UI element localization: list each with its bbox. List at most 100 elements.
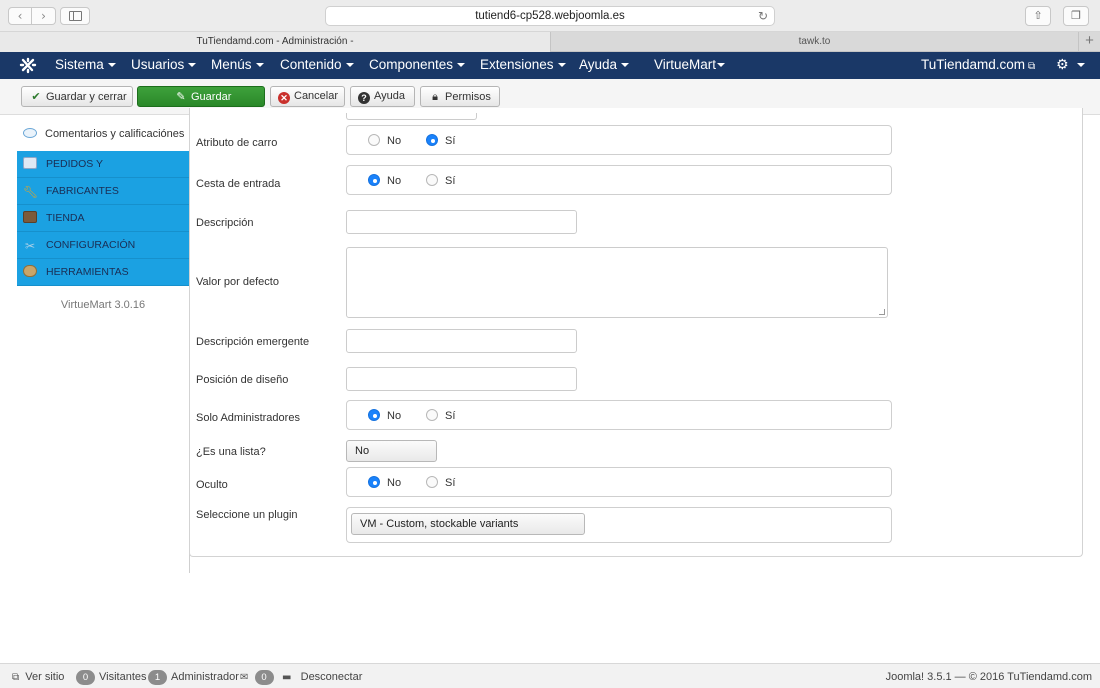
- radio-circle-icon: [426, 174, 438, 186]
- sidebar-toggle-icon[interactable]: [60, 7, 90, 25]
- permissions-button[interactable]: 🔒︎ Permisos: [420, 86, 500, 107]
- back-arrow-icon[interactable]: ‹: [8, 7, 32, 25]
- is-list-label: ¿Es una lista?: [196, 446, 266, 458]
- external-link-icon: ⧉: [1028, 61, 1036, 72]
- lock-icon: 🔒︎: [432, 90, 438, 103]
- joomla-logo-icon[interactable]: [19, 57, 37, 74]
- menu-contenido[interactable]: Contenido: [280, 52, 354, 78]
- tabs-overview-icon[interactable]: ❐: [1063, 6, 1089, 26]
- admin-status[interactable]: 1 Administrador: [148, 664, 239, 688]
- cart-attribute-yes[interactable]: Sí: [426, 126, 455, 156]
- site-link[interactable]: TuTiendamd.com ⧉: [921, 52, 1035, 80]
- radio-checked-icon: [368, 174, 380, 186]
- radio-checked-icon: [368, 409, 380, 421]
- input-cart-radio-group: No Sí: [346, 165, 892, 195]
- hidden-yes[interactable]: Sí: [426, 468, 455, 498]
- radio-circle-icon: [426, 476, 438, 488]
- sidebar-item-configuration[interactable]: ✂ CONFIGURACIÓN: [17, 232, 189, 259]
- cart-attribute-no[interactable]: No: [368, 126, 401, 156]
- menu-extensiones[interactable]: Extensiones: [480, 52, 566, 78]
- is-list-select[interactable]: No: [346, 440, 437, 462]
- admin-menu-bar: Sistema Usuarios Menús Contenido Compone…: [0, 52, 1100, 79]
- forward-arrow-icon[interactable]: ›: [32, 7, 56, 25]
- envelope-icon: ✉: [240, 672, 249, 683]
- plugin-select[interactable]: VM - Custom, stockable variants: [351, 513, 585, 535]
- wrench-icon: 🔧︎: [23, 185, 39, 199]
- sidebar-item-reviews[interactable]: Comentarios y calificaciónes: [17, 119, 189, 151]
- config-icon: ✂: [24, 239, 36, 253]
- browser-toolbar: ‹ › tutiend6-cp528.webjoomla.es ↻ ⇧ ❐: [0, 0, 1100, 32]
- browser-nav: ‹ ›: [8, 7, 56, 25]
- orders-icon: [23, 157, 37, 169]
- admin-only-yes[interactable]: Sí: [426, 401, 455, 431]
- sidebar-item-manufacturers[interactable]: 🔧︎ FABRICANTES: [17, 178, 189, 205]
- resize-grip-icon[interactable]: [879, 309, 885, 315]
- admin-status-bar: ⧉ Ver sitio 0 Visitantes 1 Administrador ✉…: [0, 663, 1100, 688]
- check-icon: ✔: [31, 90, 41, 103]
- messages-count-badge: 0: [254, 670, 274, 685]
- comment-icon: [23, 128, 37, 138]
- save-button[interactable]: ✎ Guardar: [137, 86, 265, 107]
- browser-tab-strip: TuTiendamd.com - Administración - tawk.t…: [0, 32, 1100, 52]
- new-tab-icon[interactable]: +: [1078, 32, 1100, 52]
- visitors-status[interactable]: 0 Visitantes: [76, 664, 147, 688]
- messages-status[interactable]: ✉ 0: [240, 664, 278, 688]
- help-button[interactable]: ? Ayuda: [350, 86, 415, 107]
- admin-only-label: Solo Administradores: [196, 412, 300, 424]
- tooltip-label: Descripción emergente: [196, 336, 310, 348]
- admin-only-no[interactable]: No: [368, 401, 401, 431]
- menu-sistema[interactable]: Sistema: [55, 52, 116, 78]
- menu-virtuemart[interactable]: VirtueMart: [654, 52, 726, 78]
- menu-usuarios[interactable]: Usuarios: [131, 52, 197, 78]
- radio-circle-icon: [368, 134, 380, 146]
- menu-componentes[interactable]: Componentes: [369, 52, 466, 78]
- plugin-label: Seleccione un plugin: [196, 509, 298, 521]
- radio-circle-icon: [426, 409, 438, 421]
- admin-count-badge: 1: [148, 670, 167, 685]
- minus-icon: ▬: [282, 672, 292, 683]
- layout-position-label: Posición de diseño: [196, 374, 289, 386]
- share-icon[interactable]: ⇧: [1025, 6, 1051, 26]
- default-value-textarea[interactable]: [346, 247, 888, 318]
- cancel-icon: ✕: [278, 92, 290, 104]
- field-above-partial[interactable]: [346, 113, 477, 120]
- sidebar-item-orders[interactable]: PEDIDOS Y: [17, 151, 189, 178]
- edit-icon: ✎: [176, 90, 186, 103]
- radio-checked-icon: [368, 476, 380, 488]
- url-text: tutiend6-cp528.webjoomla.es: [475, 10, 625, 22]
- footer-copyright: Joomla! 3.5.1 — © 2016 TuTiendamd.com: [885, 671, 1092, 683]
- tools-icon: [23, 265, 37, 277]
- admin-only-radio-group: No Sí: [346, 400, 892, 430]
- description-label: Descripción: [196, 217, 254, 229]
- browser-tab-admin[interactable]: TuTiendamd.com - Administración -: [0, 32, 551, 52]
- hidden-no[interactable]: No: [368, 468, 401, 498]
- cart-attribute-label: Atributo de carro: [196, 137, 278, 149]
- reload-icon[interactable]: ↻: [758, 7, 768, 25]
- gear-icon[interactable]: ⚙: [1056, 52, 1086, 78]
- cancel-button[interactable]: ✕ Cancelar: [270, 86, 345, 107]
- sidebar-item-store[interactable]: TIENDA: [17, 205, 189, 232]
- sidebar-item-tools[interactable]: HERRAMIENTAS: [17, 259, 189, 286]
- store-icon: [23, 211, 37, 223]
- description-field[interactable]: [346, 210, 577, 234]
- browser-tab-tawk[interactable]: tawk.to: [551, 32, 1078, 52]
- view-site-link[interactable]: ⧉ Ver sitio: [12, 664, 64, 688]
- menu-menus[interactable]: Menús: [211, 52, 264, 78]
- logout-link[interactable]: ▬ Desconectar: [282, 664, 362, 688]
- save-close-button[interactable]: ✔ Guardar y cerrar: [21, 86, 133, 107]
- visitors-count-badge: 0: [76, 670, 95, 685]
- virtuemart-sidebar: Comentarios y calificaciónes PEDIDOS Y 🔧…: [17, 119, 189, 286]
- input-cart-no[interactable]: No: [368, 166, 401, 196]
- hidden-label: Oculto: [196, 479, 228, 491]
- virtuemart-version: VirtueMart 3.0.16: [60, 299, 146, 311]
- default-value-label: Valor por defecto: [196, 276, 279, 288]
- radio-checked-icon: [426, 134, 438, 146]
- input-cart-label: Cesta de entrada: [196, 178, 281, 190]
- cart-attribute-radio-group: No Sí: [346, 125, 892, 155]
- input-cart-yes[interactable]: Sí: [426, 166, 455, 196]
- tooltip-field[interactable]: [346, 329, 577, 353]
- layout-position-field[interactable]: [346, 367, 577, 391]
- external-link-icon: ⧉: [12, 672, 20, 683]
- address-bar[interactable]: tutiend6-cp528.webjoomla.es ↻: [325, 6, 775, 26]
- menu-ayuda[interactable]: Ayuda: [579, 52, 630, 78]
